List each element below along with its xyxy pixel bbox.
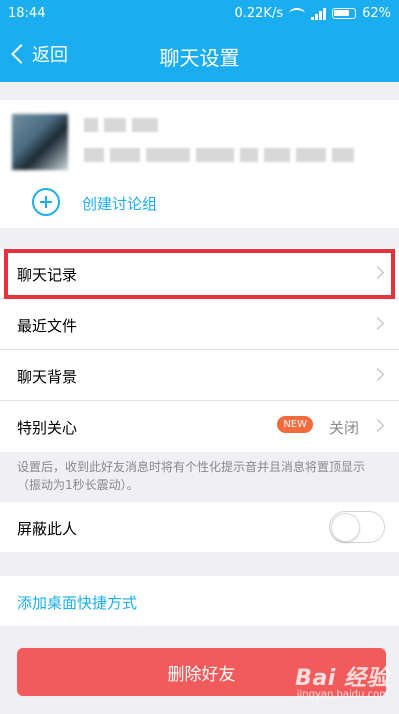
- network-speed: 0.22K/s: [234, 6, 284, 21]
- wifi-icon: [289, 7, 306, 20]
- baidu-watermark: Bai 经验 jingyan.baidu.com: [295, 660, 389, 700]
- highlight-box: [4, 249, 395, 299]
- recent-files-row[interactable]: 最近文件: [0, 299, 399, 350]
- chevron-right-icon: [371, 317, 384, 330]
- special-care-status: 关闭: [328, 419, 359, 437]
- signal-icon: [311, 7, 327, 20]
- create-group-label: 创建讨论组: [82, 195, 158, 213]
- block-user-toggle[interactable]: [329, 511, 385, 543]
- status-bar: 18:44 0.22K/s 62%: [0, 0, 399, 28]
- add-shortcut-row[interactable]: 添加桌面快捷方式: [0, 576, 399, 626]
- status-time: 18:44: [8, 6, 46, 21]
- battery-icon: [332, 8, 357, 19]
- battery-percent: 62%: [362, 6, 391, 21]
- chevron-right-icon: [371, 368, 384, 381]
- plus-circle-icon: [32, 188, 60, 216]
- special-care-row[interactable]: 特别关心 NEW 关闭: [0, 401, 399, 452]
- add-shortcut-label: 添加桌面快捷方式: [17, 594, 138, 612]
- redacted-info: [84, 148, 354, 162]
- nav-bar: 返回 聊天设置: [0, 28, 399, 82]
- avatar: [12, 114, 68, 170]
- chat-background-row[interactable]: 聊天背景: [0, 350, 399, 401]
- delete-friend-label: 删除好友: [167, 664, 236, 685]
- chat-background-label: 聊天背景: [17, 368, 78, 386]
- new-badge: NEW: [277, 416, 313, 433]
- chevron-right-icon: [371, 419, 384, 432]
- block-user-row: 屏蔽此人: [0, 502, 399, 552]
- block-user-label: 屏蔽此人: [17, 520, 78, 538]
- page-title: 聊天设置: [159, 46, 240, 70]
- watermark-sub: jingyan.baidu.com: [296, 689, 389, 700]
- recent-files-label: 最近文件: [17, 317, 78, 335]
- special-care-hint: 设置后，收到此好友消息时将有个性化提示音并且消息将置顶显示（振动为1秒长震动）。: [17, 460, 366, 492]
- create-group-row[interactable]: 创建讨论组: [0, 176, 399, 228]
- watermark-main: Bai 经验: [295, 666, 389, 691]
- redacted-name: [84, 118, 158, 132]
- friend-profile-card[interactable]: [0, 100, 399, 176]
- special-care-label: 特别关心: [17, 419, 78, 437]
- status-right: 0.22K/s 62%: [234, 6, 391, 21]
